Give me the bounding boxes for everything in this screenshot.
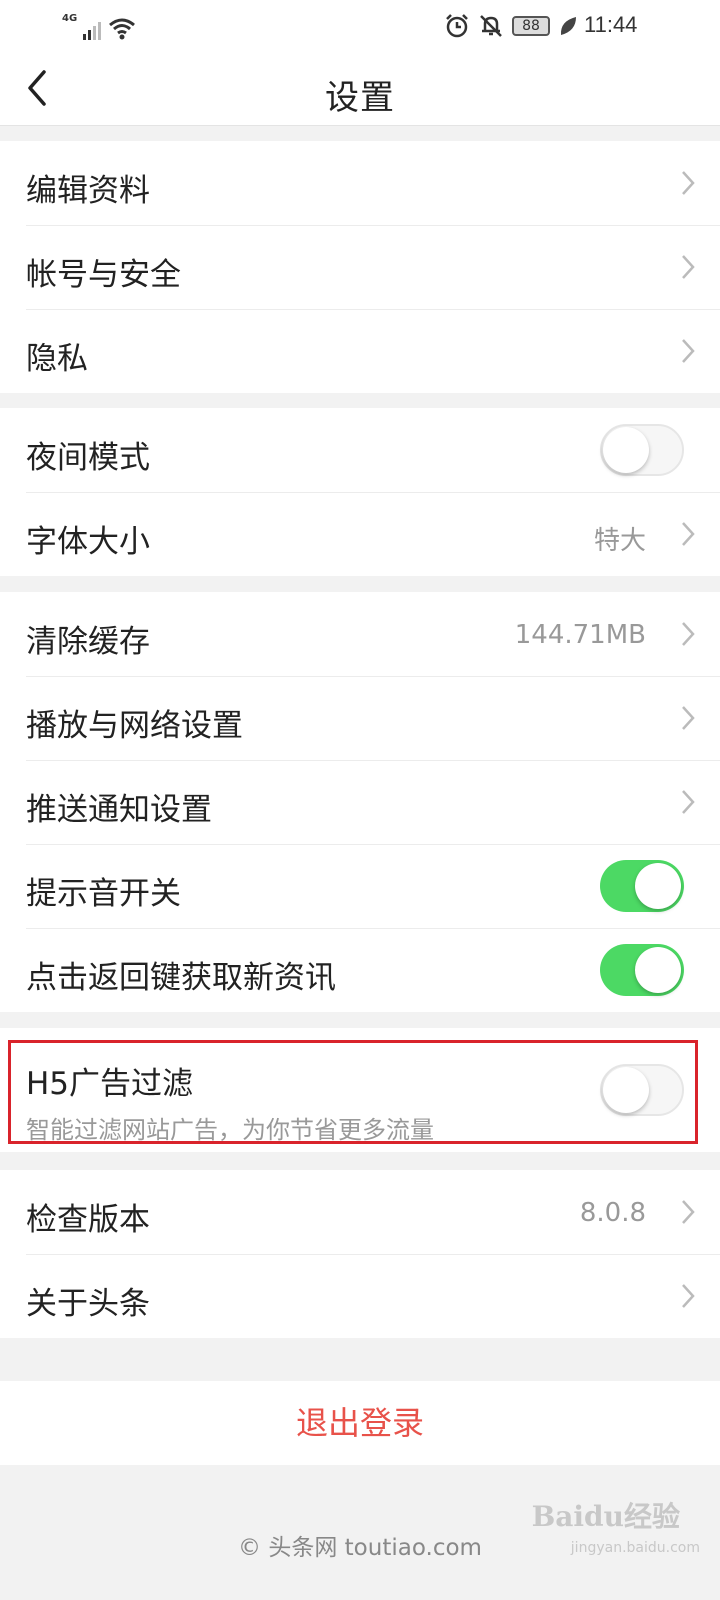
alarm-icon: [446, 14, 468, 38]
page-title: 设置: [325, 78, 395, 118]
check-version-label: 检查版本: [26, 1202, 150, 1238]
baidu-watermark: Baidu经验: [531, 1500, 680, 1533]
edit-profile-row[interactable]: 编辑资料: [0, 141, 720, 225]
back-refresh-label: 点击返回键获取新资讯: [26, 960, 336, 996]
back-refresh-row: 点击返回键获取新资讯: [0, 928, 720, 1012]
display-section: 夜间模式 字体大小 特大: [0, 408, 720, 576]
chevron-right-icon: [682, 622, 695, 646]
push-settings-label: 推送通知设置: [26, 792, 212, 828]
playback-network-row[interactable]: 播放与网络设置: [0, 676, 720, 760]
battery-icon: 88: [512, 16, 550, 36]
toggle-knob: [635, 863, 681, 909]
sound-toggle-label: 提示音开关: [26, 876, 181, 912]
network-type: 4G: [62, 13, 78, 24]
version-value: 8.0.8: [579, 1198, 646, 1228]
chevron-right-icon: [682, 706, 695, 730]
playback-network-label: 播放与网络设置: [26, 708, 243, 744]
about-section: 检查版本 8.0.8 关于头条: [0, 1170, 720, 1338]
sound-toggle-switch[interactable]: [600, 860, 684, 912]
clock: 11:44: [584, 12, 638, 37]
chevron-right-icon: [682, 171, 695, 195]
privacy-label: 隐私: [26, 341, 88, 377]
privacy-row[interactable]: 隐私: [0, 309, 720, 393]
clear-cache-row[interactable]: 清除缓存 144.71MB: [0, 592, 720, 676]
check-version-row[interactable]: 检查版本 8.0.8: [0, 1170, 720, 1254]
night-mode-toggle[interactable]: [600, 424, 684, 476]
chevron-right-icon: [682, 522, 695, 546]
about-toutiao-row[interactable]: 关于头条: [0, 1254, 720, 1338]
system-section: 清除缓存 144.71MB 播放与网络设置 推送通知设置 提示音开关 点击返回键…: [0, 592, 720, 1012]
back-refresh-toggle[interactable]: [600, 944, 684, 996]
font-size-row[interactable]: 字体大小 特大: [0, 492, 720, 576]
mute-icon: [480, 15, 502, 37]
status-bar: 4G 88 11:44: [0, 0, 720, 52]
chevron-right-icon: [682, 339, 695, 363]
account-section: 编辑资料 帐号与安全 隐私: [0, 141, 720, 393]
about-toutiao-label: 关于头条: [26, 1286, 150, 1322]
toggle-knob: [635, 947, 681, 993]
signal-icon: [83, 18, 102, 40]
leaf-icon: [560, 17, 576, 35]
wifi-icon: [109, 18, 136, 40]
account-security-label: 帐号与安全: [26, 257, 181, 293]
chevron-right-icon: [682, 1200, 695, 1224]
chevron-right-icon: [682, 1284, 695, 1308]
status-right: 88: [444, 12, 578, 40]
chevron-right-icon: [682, 790, 695, 814]
clear-cache-label: 清除缓存: [26, 624, 150, 660]
nav-bar: 设置: [0, 52, 720, 126]
logout-button[interactable]: 退出登录: [0, 1381, 720, 1465]
sound-toggle-row: 提示音开关: [0, 844, 720, 928]
highlight-annotation: [8, 1040, 698, 1144]
toggle-knob: [603, 427, 649, 473]
account-security-row[interactable]: 帐号与安全: [0, 225, 720, 309]
chevron-right-icon: [682, 255, 695, 279]
edit-profile-label: 编辑资料: [26, 173, 150, 209]
push-settings-row[interactable]: 推送通知设置: [0, 760, 720, 844]
font-size-label: 字体大小: [26, 524, 150, 560]
cache-size-value: 144.71MB: [514, 620, 646, 650]
status-left: 4G: [62, 10, 137, 40]
font-size-value: 特大: [593, 526, 646, 556]
baidu-watermark-url: jingyan.baidu.com: [570, 1540, 700, 1556]
night-mode-label: 夜间模式: [26, 440, 150, 476]
night-mode-row: 夜间模式: [0, 408, 720, 492]
